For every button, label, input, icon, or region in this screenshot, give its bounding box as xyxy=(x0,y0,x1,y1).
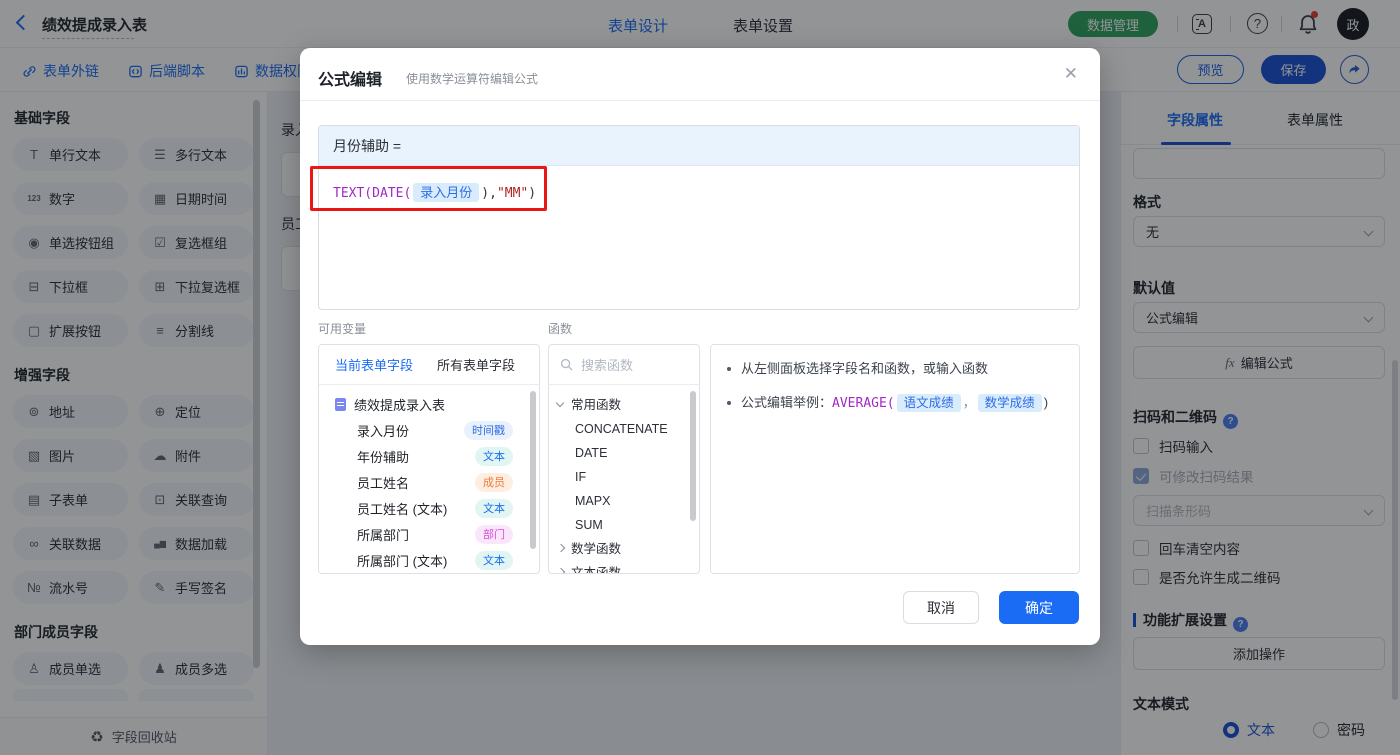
function-label: 数学函数 xyxy=(571,542,621,556)
function-item[interactable]: DATE xyxy=(549,441,699,465)
variable-type-badge: 成员 xyxy=(475,473,513,492)
formula-target-field: 月份辅助 xyxy=(333,136,389,156)
variable-type-badge: 文本 xyxy=(475,499,513,518)
functions-caption: 函数 xyxy=(548,320,572,337)
hint-line-1: 从左侧面板选择字段名和函数，或输入函数 xyxy=(711,359,1079,379)
function-list: 常用函数 CONCATENATE DATE IF MAPX xyxy=(549,385,699,574)
variable-row[interactable]: 年份辅助 文本 xyxy=(319,443,539,469)
functions-scrollbar[interactable] xyxy=(690,391,696,521)
variable-row[interactable]: 员工姓名 成员 xyxy=(319,469,539,495)
formula-text: ) xyxy=(528,186,536,201)
formula-function: TEXT( xyxy=(333,186,372,201)
function-item[interactable]: 文本函数 xyxy=(549,561,699,574)
tab-current-form-fields[interactable]: 当前表单字段 xyxy=(335,355,413,374)
variable-row[interactable]: 所属部门 (文本) 文本 xyxy=(319,547,539,573)
function-label: MAPX xyxy=(575,494,610,508)
tab-all-form-fields[interactable]: 所有表单字段 xyxy=(437,355,515,374)
functions-panel: 搜索函数 常用函数 CONCATENATE DATE IF xyxy=(548,344,700,574)
variables-caption: 可用变量 xyxy=(318,320,366,337)
modal-header-divider xyxy=(300,100,1100,101)
form-doc-icon xyxy=(335,398,346,411)
variable-name: 所属部门 (文本) xyxy=(357,551,447,570)
function-label: 文本函数 xyxy=(571,566,621,574)
modal-title: 公式编辑 xyxy=(318,66,382,90)
search-placeholder: 搜索函数 xyxy=(581,355,633,374)
variable-name: 年份辅助 xyxy=(357,447,409,466)
variables-root-node[interactable]: 绩效提成录入表 xyxy=(319,391,539,417)
variable-name: 所属部门 xyxy=(357,525,409,544)
variables-tabs: 当前表单字段 所有表单字段 xyxy=(319,345,539,385)
variable-name: 员工姓名 (文本) xyxy=(357,499,447,518)
formula-string: "MM" xyxy=(497,186,528,201)
function-label: 常用函数 xyxy=(571,398,621,412)
variable-row[interactable]: 录入月份 时间戳 xyxy=(319,417,539,443)
hint-text: 公式编辑举例： xyxy=(741,395,832,410)
field-token[interactable]: 录入月份 xyxy=(413,183,479,202)
variable-row[interactable]: 所属部门 部门 xyxy=(319,521,539,547)
variable-type-badge: 文本 xyxy=(475,447,513,466)
hint-comma: ， xyxy=(963,395,976,410)
function-label: SUM xyxy=(575,518,603,532)
equals-sign: = xyxy=(393,138,401,154)
function-item[interactable]: MAPX xyxy=(549,489,699,513)
variables-list: 录入月份 时间戳 年份辅助 文本 员工姓名 成员 员工姓名 (文本) 文本 xyxy=(319,417,539,573)
variable-name: 员工姓名 xyxy=(357,473,409,492)
function-label: DATE xyxy=(575,446,607,460)
formula-text: ), xyxy=(481,186,497,201)
formula-input-area[interactable]: TEXT(DATE(录入月份),"MM") xyxy=(319,166,1079,217)
variable-row[interactable]: 员工姓名 (文本) 文本 xyxy=(319,495,539,521)
function-item[interactable]: SUM xyxy=(549,513,699,537)
hint-line-2: 公式编辑举例：AVERAGE(语文成绩，数学成绩) xyxy=(711,393,1079,414)
search-icon xyxy=(560,358,573,371)
confirm-button[interactable]: 确定 xyxy=(999,591,1079,624)
example-function: AVERAGE( xyxy=(832,396,895,411)
modal-subtitle: 使用数学运算符编辑公式 xyxy=(406,70,538,87)
variable-type-badge: 时间戳 xyxy=(464,421,513,440)
function-item[interactable]: CONCATENATE xyxy=(549,417,699,441)
variables-scrollbar[interactable] xyxy=(530,391,536,549)
function-search[interactable]: 搜索函数 xyxy=(549,345,699,385)
hint-panel: 从左侧面板选择字段名和函数，或输入函数 公式编辑举例：AVERAGE(语文成绩，… xyxy=(710,344,1080,574)
function-item[interactable]: 数学函数 xyxy=(549,537,699,561)
formula-editor-modal: 公式编辑 使用数学运算符编辑公式 ✕ 月份辅助 = TEXT(DATE(录入月份… xyxy=(300,48,1100,645)
hint-text: ) xyxy=(1044,395,1048,410)
function-label: CONCATENATE xyxy=(575,422,668,436)
function-item[interactable]: 常用函数 xyxy=(549,393,699,417)
example-field-token: 语文成绩 xyxy=(897,394,961,412)
function-label: IF xyxy=(575,470,586,484)
close-icon[interactable]: ✕ xyxy=(1064,64,1078,84)
formula-editor-box: 月份辅助 = TEXT(DATE(录入月份),"MM") xyxy=(318,125,1080,310)
example-field-token: 数学成绩 xyxy=(978,394,1042,412)
variable-type-badge: 文本 xyxy=(475,551,513,570)
formula-function: DATE( xyxy=(372,186,411,201)
cancel-button[interactable]: 取消 xyxy=(903,591,979,624)
variable-name: 录入月份 xyxy=(357,421,409,440)
function-item[interactable]: IF xyxy=(549,465,699,489)
formula-target-row: 月份辅助 = xyxy=(319,126,1079,166)
variables-panel: 当前表单字段 所有表单字段 绩效提成录入表 录入月份 时间戳 年份辅助 文本 员 xyxy=(318,344,540,574)
variable-type-badge: 部门 xyxy=(475,525,513,544)
variables-root-label: 绩效提成录入表 xyxy=(354,395,445,414)
